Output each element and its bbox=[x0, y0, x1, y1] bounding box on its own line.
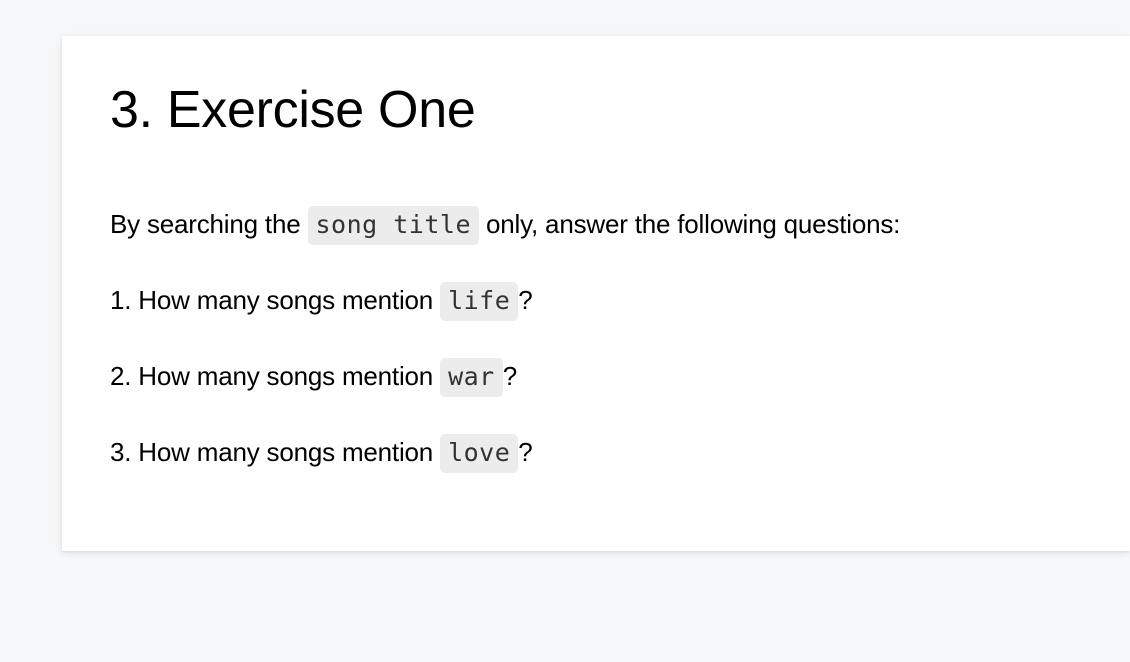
question-mark: ? bbox=[502, 361, 517, 391]
inline-code-term: love bbox=[440, 434, 519, 473]
exercise-card: 3. Exercise One By searching the song ti… bbox=[62, 36, 1130, 551]
inline-code-term: life bbox=[440, 282, 519, 321]
inline-code-term: war bbox=[440, 358, 503, 397]
intro-text-after: only, answer the following questions: bbox=[479, 209, 901, 239]
question-mark: ? bbox=[518, 285, 533, 315]
page-title: 3. Exercise One bbox=[110, 81, 476, 139]
question-text: 2. How many songs mention bbox=[110, 361, 441, 391]
question-1: 1. How many songs mention life? bbox=[110, 280, 533, 321]
intro-paragraph: By searching the song title only, answer… bbox=[110, 204, 900, 245]
inline-code-song-title: song title bbox=[307, 206, 480, 245]
question-mark: ? bbox=[518, 437, 533, 467]
question-text: 1. How many songs mention bbox=[110, 285, 441, 315]
intro-text-before: By searching the bbox=[110, 209, 308, 239]
question-2: 2. How many songs mention war? bbox=[110, 356, 517, 397]
question-text: 3. How many songs mention bbox=[110, 437, 441, 467]
question-3: 3. How many songs mention love? bbox=[110, 432, 533, 473]
